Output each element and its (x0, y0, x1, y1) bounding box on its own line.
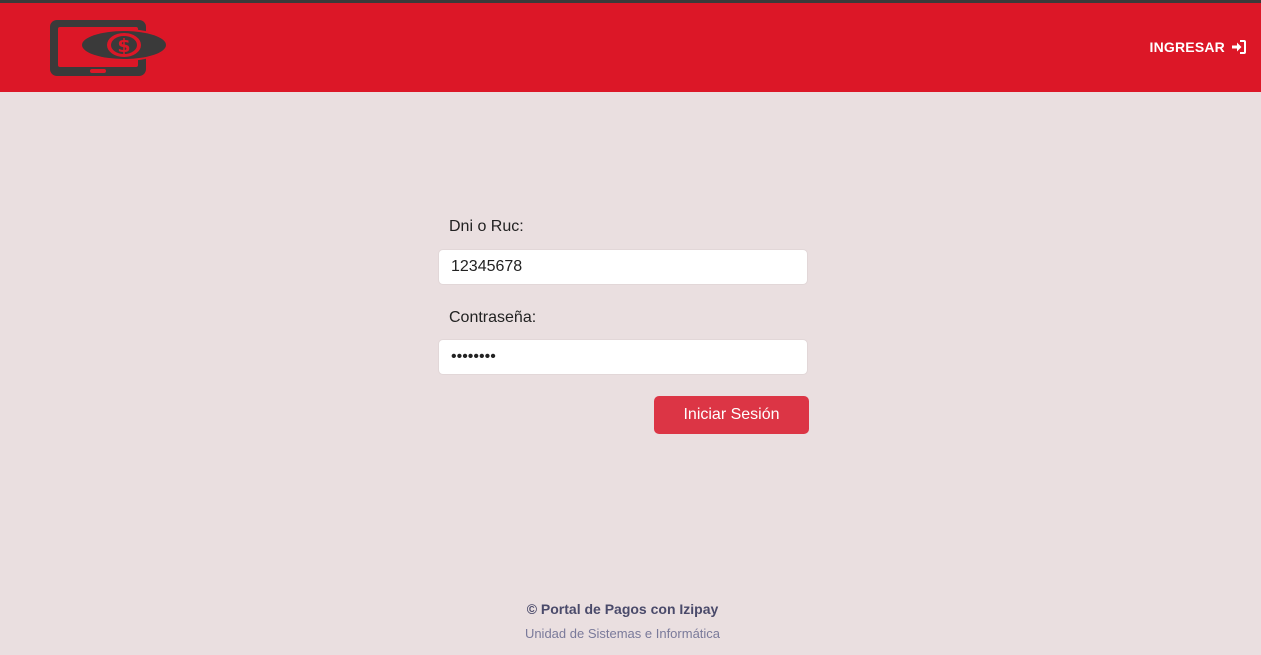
login-label: INGRESAR (1149, 39, 1225, 55)
password-label: Contraseña: (449, 309, 537, 326)
mobile-payment-icon[interactable]: $ (46, 17, 170, 79)
password-input[interactable]: •••••••• (438, 339, 808, 375)
footer: © Portal de Pagos con Izipay Unidad de S… (0, 601, 1245, 641)
sign-in-icon (1231, 40, 1246, 54)
dni-input[interactable]: 12345678 (438, 249, 808, 285)
login-nav-link[interactable]: INGRESAR (1149, 39, 1246, 55)
dni-label: Dni o Ruc: (449, 218, 524, 235)
header-bar: $ INGRESAR (0, 3, 1261, 92)
svg-text:$: $ (117, 35, 130, 57)
copyright-text: © Portal de Pagos con Izipay (526, 601, 719, 617)
login-button[interactable]: Iniciar Sesión (654, 396, 809, 434)
unit-text: Unidad de Sistemas e Informática (524, 626, 721, 641)
